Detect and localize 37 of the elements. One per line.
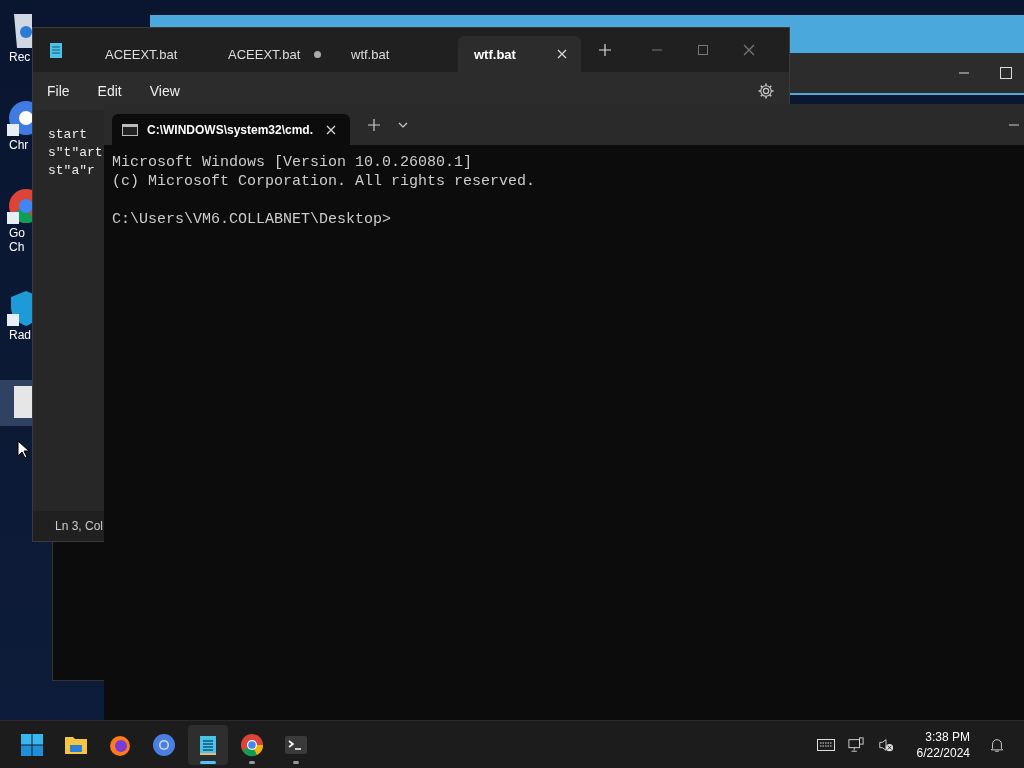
file-tab[interactable]: ACEEXT.bat (212, 36, 335, 72)
text-line: s"t"art (48, 144, 103, 162)
console-icon (122, 123, 138, 136)
dropdown-icon[interactable] (398, 121, 408, 128)
console-line: (c) Microsoft Corporation. All rights reserved. (112, 172, 537, 191)
chrome-icon (240, 732, 264, 757)
notepad-icon (49, 41, 63, 59)
icon-label: Chr (8, 138, 29, 152)
settings-icon[interactable] (757, 82, 775, 100)
text-line: start (48, 126, 87, 144)
new-tab-icon[interactable] (368, 118, 380, 131)
cursor-position: Ln 3, Col (55, 519, 104, 533)
file-tab[interactable]: ACEEXT.bat (89, 36, 212, 72)
desktop-shortcut[interactable]: Rad (0, 286, 32, 346)
icon-label: Rec (8, 50, 31, 64)
icon-label: Rad (8, 328, 31, 342)
menu-item[interactable]: Edit (97, 83, 122, 99)
icon-label: Go (8, 226, 25, 240)
clock[interactable]: 3:38 PM 6/22/2024 (916, 728, 970, 761)
console-line: C:\Users\VM6.COLLABNET\Desktop> (112, 210, 393, 229)
taskbar-app[interactable] (188, 724, 228, 765)
file-tab[interactable]: wtf.bat (458, 36, 581, 72)
mouse-cursor-icon (17, 440, 29, 458)
windows-logo-icon (20, 732, 44, 757)
keyboard-icon[interactable] (816, 736, 835, 753)
menu-item[interactable]: View (149, 83, 180, 99)
notification-bell-icon[interactable] (988, 736, 1006, 753)
muted-speaker-icon[interactable] (876, 736, 895, 753)
console-line: Microsoft Windows [Version 10.0.26080.1] (112, 153, 474, 172)
file-tab[interactable]: wtf.bat (335, 36, 458, 72)
network-icon[interactable] (846, 736, 865, 753)
new-tab-icon[interactable] (599, 44, 611, 56)
browser-icon (152, 732, 176, 757)
text-line: st"a"r (48, 162, 95, 180)
icon-label: Ch (8, 240, 25, 254)
terminal-tab[interactable]: C:\WINDOWS\system32\cmd. (112, 114, 350, 145)
menu-item[interactable]: File (47, 83, 70, 99)
